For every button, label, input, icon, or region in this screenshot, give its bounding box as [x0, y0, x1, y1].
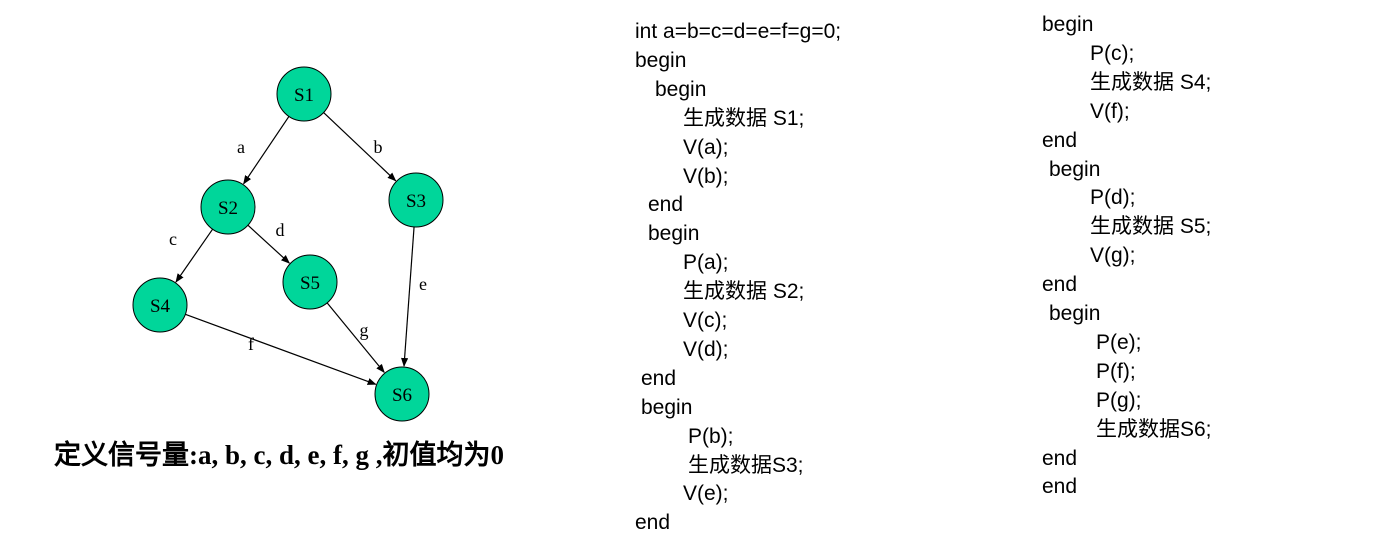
- code-left-line: 生成数据 S2;: [683, 280, 805, 304]
- node-s2: S2: [200, 179, 256, 235]
- edge-label-e: e: [419, 274, 427, 294]
- code-left-line: V(c);: [683, 309, 728, 332]
- edge-s1-s2: [243, 116, 290, 185]
- code-right-line: begin: [1042, 13, 1094, 36]
- node-label: S3: [406, 191, 426, 212]
- code-right-line: V(g);: [1090, 244, 1136, 268]
- edge-s3-s6: [401, 226, 415, 367]
- code-right-line: P(e);: [1096, 330, 1142, 354]
- code-right-line: 生成数据 S4;: [1090, 70, 1212, 94]
- code-left-line: 生成数据 S1;: [683, 106, 805, 130]
- code-right-line: P(f);: [1096, 359, 1136, 383]
- code-left-line: begin: [635, 48, 687, 72]
- code-right-line: P(d);: [1090, 186, 1136, 210]
- code-left-line: end: [641, 366, 677, 390]
- node-s5: S5: [282, 254, 338, 310]
- node-s3: S3: [388, 172, 444, 228]
- code-left-line: P(b);: [688, 424, 734, 448]
- code-right-line: 生成数据S6;: [1096, 417, 1212, 441]
- edge-s5-s6: [326, 302, 385, 374]
- node-label: S6: [392, 385, 412, 406]
- node-s6: S6: [374, 366, 430, 422]
- code-right-line: V(f);: [1090, 99, 1130, 123]
- code-right-line: end: [1042, 446, 1078, 470]
- code-left-line: 生成数据S3;: [688, 453, 804, 477]
- edge-label-a: a: [237, 137, 245, 157]
- code-right-line: end: [1042, 475, 1078, 499]
- code-left-line: end: [635, 511, 671, 535]
- node-s1: S1: [276, 66, 332, 122]
- edge-label-g: g: [360, 320, 369, 340]
- node-label: S4: [150, 296, 171, 317]
- code-left-line: int a=b=c=d=e=f=g=0;: [635, 20, 842, 43]
- code-left-line: begin: [648, 222, 700, 246]
- edge-s1-s3: [323, 112, 397, 182]
- code-right-line: 生成数据 S5;: [1090, 215, 1212, 239]
- node-label: S1: [294, 85, 314, 106]
- code-right-line: P(g);: [1096, 388, 1142, 412]
- code-right-line: begin: [1049, 157, 1101, 181]
- semaphore-caption: 定义信号量:a, b, c, d, e, f, g ,初值均为0: [54, 440, 504, 470]
- code-left-line: P(a);: [683, 251, 729, 275]
- edge-s2-s4: [175, 228, 214, 283]
- edge-label-c: c: [169, 229, 177, 249]
- code-left-line: end: [648, 193, 684, 217]
- edge-label-b: b: [374, 137, 383, 157]
- edge-label-d: d: [276, 220, 285, 240]
- code-left-line: V(b);: [683, 164, 729, 188]
- code-right-line: end: [1042, 128, 1078, 152]
- code-left-line: V(d);: [683, 337, 729, 361]
- node-s4: S4: [132, 277, 188, 333]
- code-right-line: end: [1042, 273, 1078, 297]
- edge-s4-s6: [185, 313, 377, 385]
- code-left-line: begin: [641, 395, 693, 419]
- code-right-line: P(c);: [1090, 41, 1135, 65]
- code-left-line: begin: [655, 77, 707, 101]
- nodes-group: S1 S2 S3 S4 S5 S6: [132, 66, 444, 422]
- node-label: S2: [218, 198, 238, 219]
- code-right-line: begin: [1049, 302, 1101, 325]
- precedence-graph: a b c d e f g S1 S2 S3 S4 S5 S6: [132, 66, 444, 422]
- code-left-line: V(a);: [683, 135, 729, 159]
- edge-labels-group: a b c d e f g: [169, 137, 427, 354]
- edge-label-f: f: [248, 334, 254, 354]
- code-left-line: V(e);: [683, 482, 729, 506]
- node-label: S5: [300, 273, 320, 294]
